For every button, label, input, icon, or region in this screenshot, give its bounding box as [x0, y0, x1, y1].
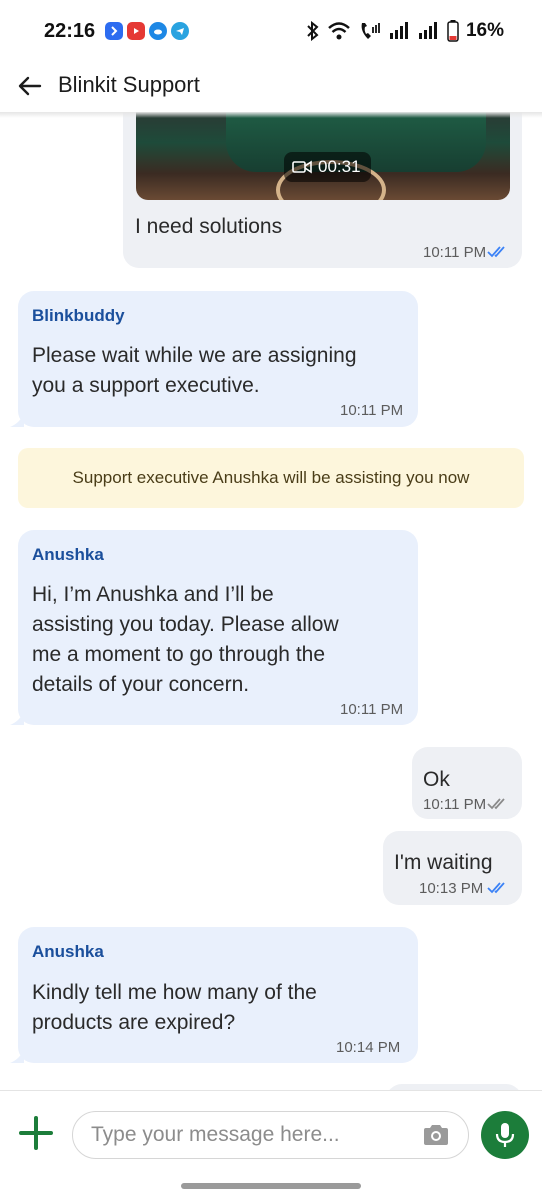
wifi-icon — [328, 22, 350, 40]
app-header: Blinkit Support — [0, 64, 542, 112]
read-receipt-icon — [487, 882, 505, 894]
message-text: Ok — [423, 768, 450, 791]
sender-name: Blinkbuddy — [32, 306, 125, 325]
message-line: assisting you today. Please allow — [32, 613, 339, 636]
youtube-icon — [127, 22, 145, 40]
video-duration-badge: 00:31 — [284, 152, 371, 182]
message-input-container[interactable] — [72, 1111, 469, 1159]
message-time: 10:11 PM — [340, 402, 404, 419]
signal-icon — [389, 22, 408, 39]
message-time: 10:13 PM — [419, 880, 484, 897]
blue-app-icon — [105, 22, 123, 40]
bluetooth-icon — [307, 21, 319, 41]
home-indicator[interactable] — [181, 1183, 361, 1189]
microphone-icon — [495, 1123, 515, 1147]
signal-icon — [418, 22, 437, 39]
notification-icons — [105, 22, 189, 40]
telegram-icon — [171, 22, 189, 40]
page-title: Blinkit Support — [58, 72, 200, 97]
message-line: products are expired? — [32, 1011, 236, 1034]
bubble-tail — [10, 413, 24, 427]
message-time: 10:11 PM — [423, 244, 487, 261]
camera-icon[interactable] — [422, 1123, 450, 1147]
back-arrow-icon[interactable] — [16, 72, 44, 100]
header-divider — [0, 112, 542, 118]
read-receipt-icon — [487, 246, 505, 258]
wifi-calling-icon — [361, 23, 380, 39]
message-time: 10:14 PM — [336, 1039, 401, 1056]
voice-record-button[interactable] — [481, 1111, 529, 1159]
video-duration: 00:31 — [318, 157, 361, 176]
battery-percentage: 16% — [465, 20, 504, 41]
message-line: Kindly tell me how many of the — [32, 981, 317, 1004]
video-camera-icon — [292, 160, 312, 174]
message-composer — [0, 1090, 542, 1180]
message-line: Please wait while we are assigning — [32, 344, 357, 367]
battery-icon — [447, 20, 459, 42]
status-bar: 22:16 16% — [0, 0, 542, 64]
system-icons: 16% — [306, 20, 504, 42]
message-line: Hi, I’m Anushka and I’ll be — [32, 583, 274, 606]
message-text: I need solutions — [135, 215, 283, 238]
delivered-receipt-icon — [487, 798, 505, 810]
add-attachment-button[interactable] — [16, 1113, 56, 1153]
message-line: me a moment to go through the — [32, 643, 326, 666]
video-attachment[interactable]: 00:31 — [136, 112, 510, 200]
message-line: you a support executive. — [32, 374, 260, 397]
message-line: details of your concern. — [32, 673, 250, 696]
cloud-icon — [149, 22, 167, 40]
message-text: I'm waiting — [394, 851, 493, 874]
chat-thread[interactable]: 00:31 I need solutions 10:11 PM Blinkbud… — [0, 112, 542, 1090]
status-time: 22:16 — [44, 20, 96, 42]
message-time: 10:11 PM — [423, 796, 487, 813]
message-time: 10:11 PM — [340, 701, 404, 718]
bubble-tail — [10, 1049, 24, 1063]
system-notice: Support executive Anushka will be assist… — [18, 448, 524, 508]
message-input[interactable] — [91, 1112, 411, 1158]
sender-name: Anushka — [32, 942, 104, 961]
bubble-tail — [10, 711, 24, 725]
sender-name: Anushka — [32, 545, 104, 564]
